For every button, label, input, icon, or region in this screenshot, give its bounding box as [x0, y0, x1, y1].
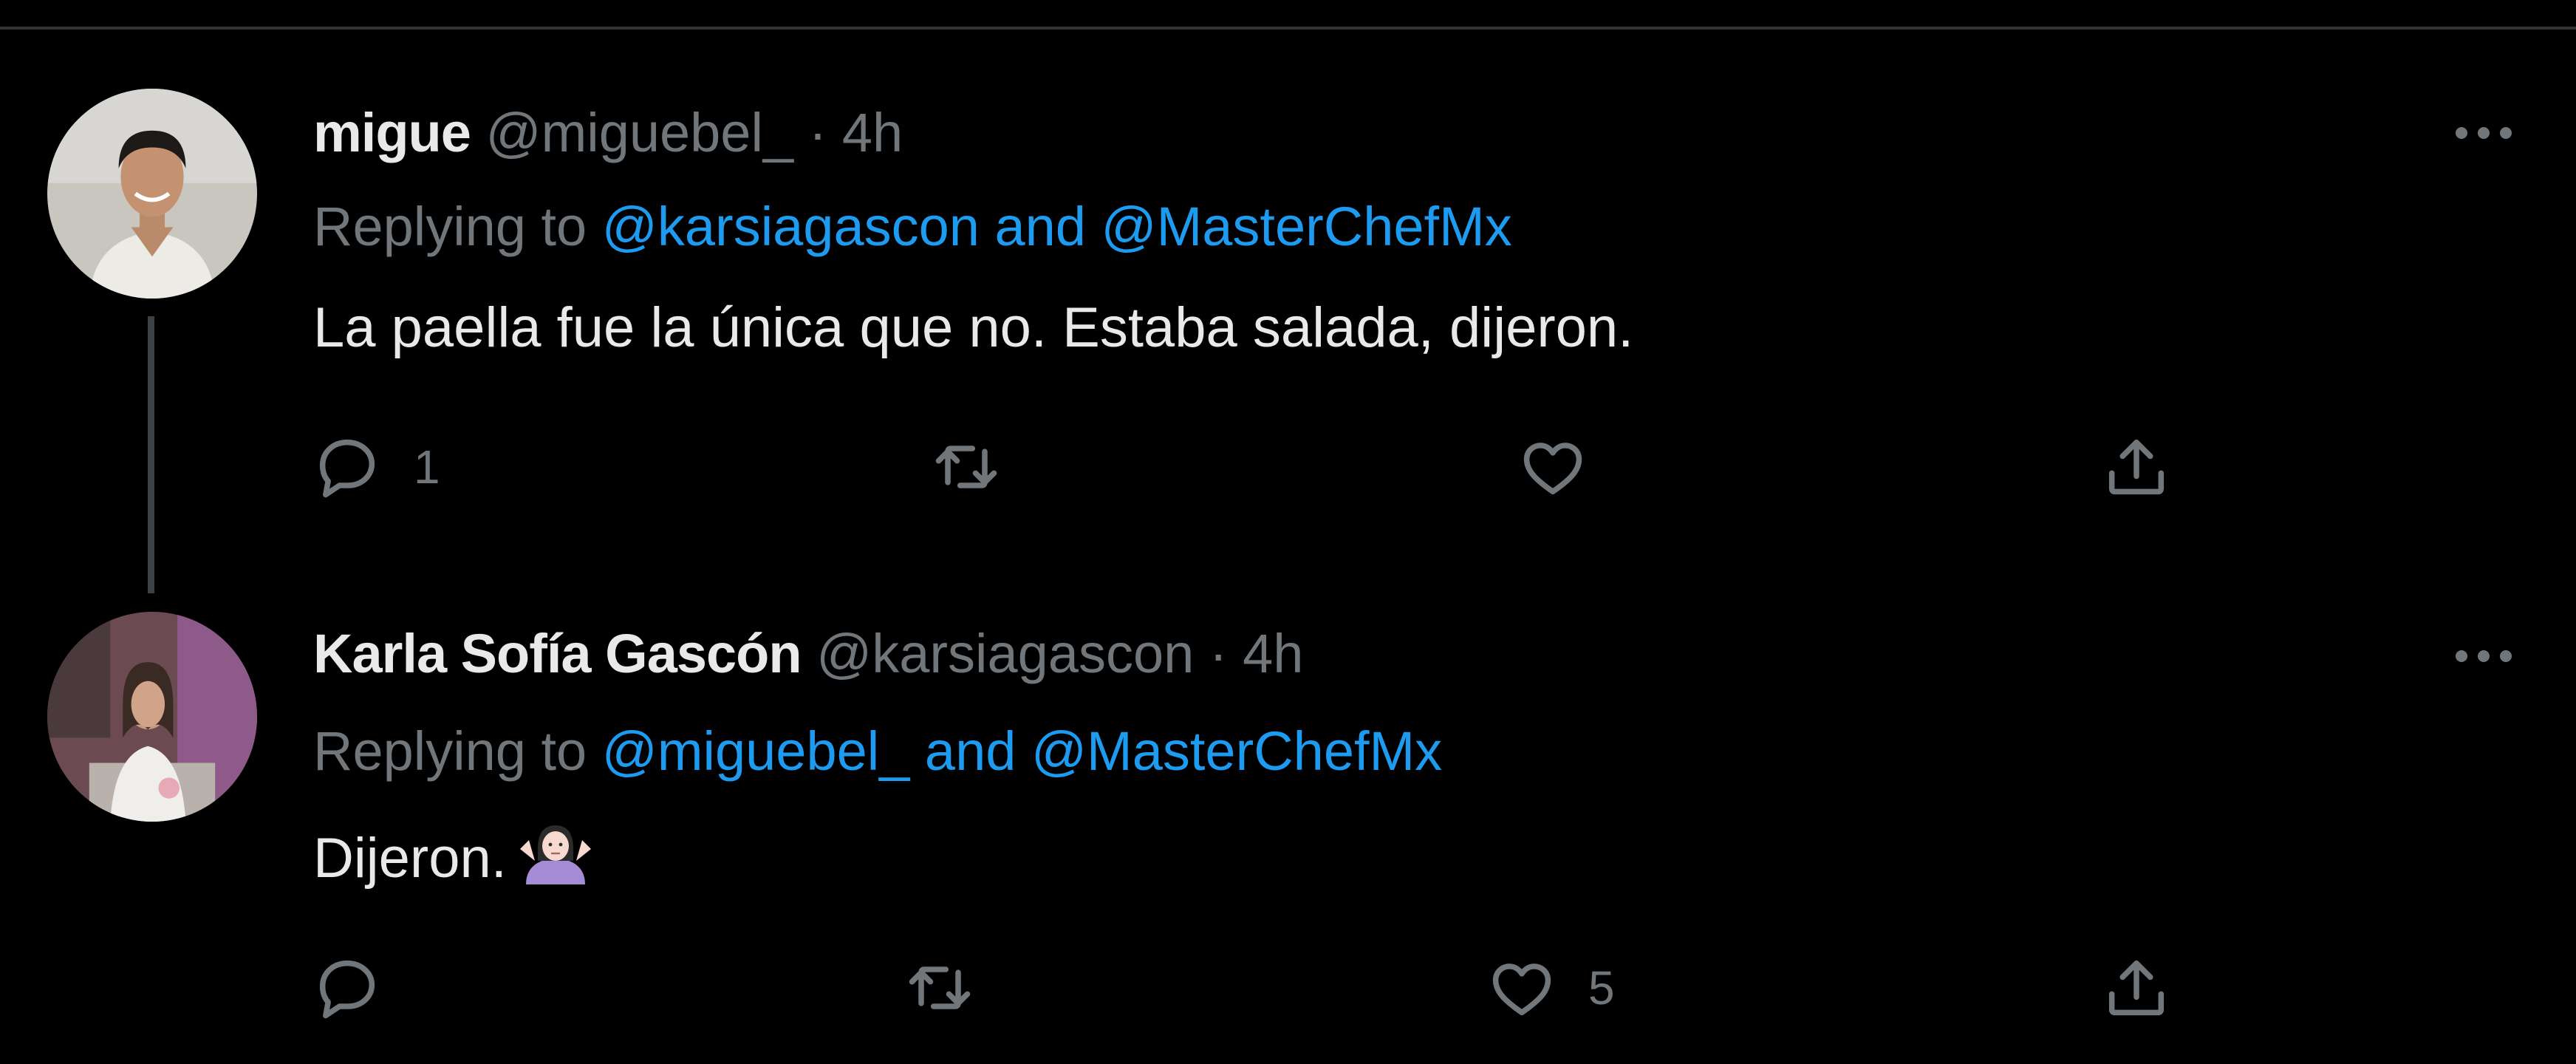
- avatar[interactable]: [47, 612, 257, 822]
- display-name[interactable]: migue: [313, 102, 471, 163]
- share-icon: [2108, 960, 2165, 1016]
- share-icon: [2108, 439, 2165, 495]
- replying-prefix: Replying to: [313, 196, 587, 257]
- like-button[interactable]: 5: [1485, 947, 1615, 1029]
- avatar[interactable]: [47, 89, 257, 299]
- reply-count: 1: [414, 440, 440, 494]
- replying-to-links[interactable]: @miguebel_ and @MasterChefMx: [602, 720, 1442, 782]
- retweet-button[interactable]: [929, 426, 1033, 508]
- share-button[interactable]: [2100, 426, 2173, 508]
- retweet-button[interactable]: [903, 947, 1006, 1029]
- separator: ·: [808, 102, 827, 163]
- avatar-man-image: [47, 89, 257, 299]
- user-handle[interactable]: @miguebel_: [485, 102, 793, 163]
- like-icon: [1492, 964, 1551, 1016]
- tweet-text: La paella fue la única que no. Estaba sa…: [313, 296, 1634, 359]
- user-handle[interactable]: @karsiagascon: [816, 623, 1194, 684]
- reply-button[interactable]: 1: [310, 426, 440, 508]
- more-icon[interactable]: [2443, 641, 2524, 671]
- action-bar: 5: [0, 947, 2576, 1029]
- reply-icon: [319, 960, 375, 1019]
- retweet-icon: [909, 966, 971, 1009]
- separator: ·: [1209, 623, 1228, 684]
- woman-shrugging-icon: [519, 825, 591, 884]
- tweet[interactable]: Karla Sofía Gascón @karsiagascon · 4h Re…: [0, 532, 2576, 1064]
- retweet-icon: [935, 446, 997, 488]
- tweet-header: Karla Sofía Gascón @karsiagascon · 4h: [313, 621, 1303, 687]
- more-icon[interactable]: [2443, 118, 2524, 148]
- timestamp[interactable]: 4h: [1243, 623, 1303, 684]
- tweet-text: Dijeron.: [313, 827, 507, 890]
- like-button[interactable]: [1516, 426, 1619, 508]
- share-button[interactable]: [2100, 947, 2173, 1029]
- tweet-header: migue @miguebel_ · 4h: [313, 100, 903, 166]
- avatar-woman-image: [47, 612, 257, 822]
- replying-prefix: Replying to: [313, 720, 587, 782]
- replying-to-links[interactable]: @karsiagascon and @MasterChefMx: [602, 196, 1512, 257]
- tweet[interactable]: migue @miguebel_ · 4h Replying to @karsi…: [0, 0, 2576, 593]
- like-icon: [1523, 443, 1582, 495]
- tweet-text-container: Dijeron.: [313, 816, 594, 890]
- replying-to: Replying to @karsiagascon and @MasterChe…: [313, 194, 1512, 260]
- action-bar: 1: [0, 426, 2576, 508]
- woman-shrugging-emoji: [517, 816, 594, 887]
- reply-button[interactable]: [310, 947, 414, 1029]
- replying-to: Replying to @miguebel_ and @MasterChefMx: [313, 718, 1442, 785]
- timestamp[interactable]: 4h: [842, 102, 903, 163]
- like-count: 5: [1588, 961, 1615, 1014]
- reply-icon: [319, 439, 375, 498]
- display-name[interactable]: Karla Sofía Gascón: [313, 623, 802, 684]
